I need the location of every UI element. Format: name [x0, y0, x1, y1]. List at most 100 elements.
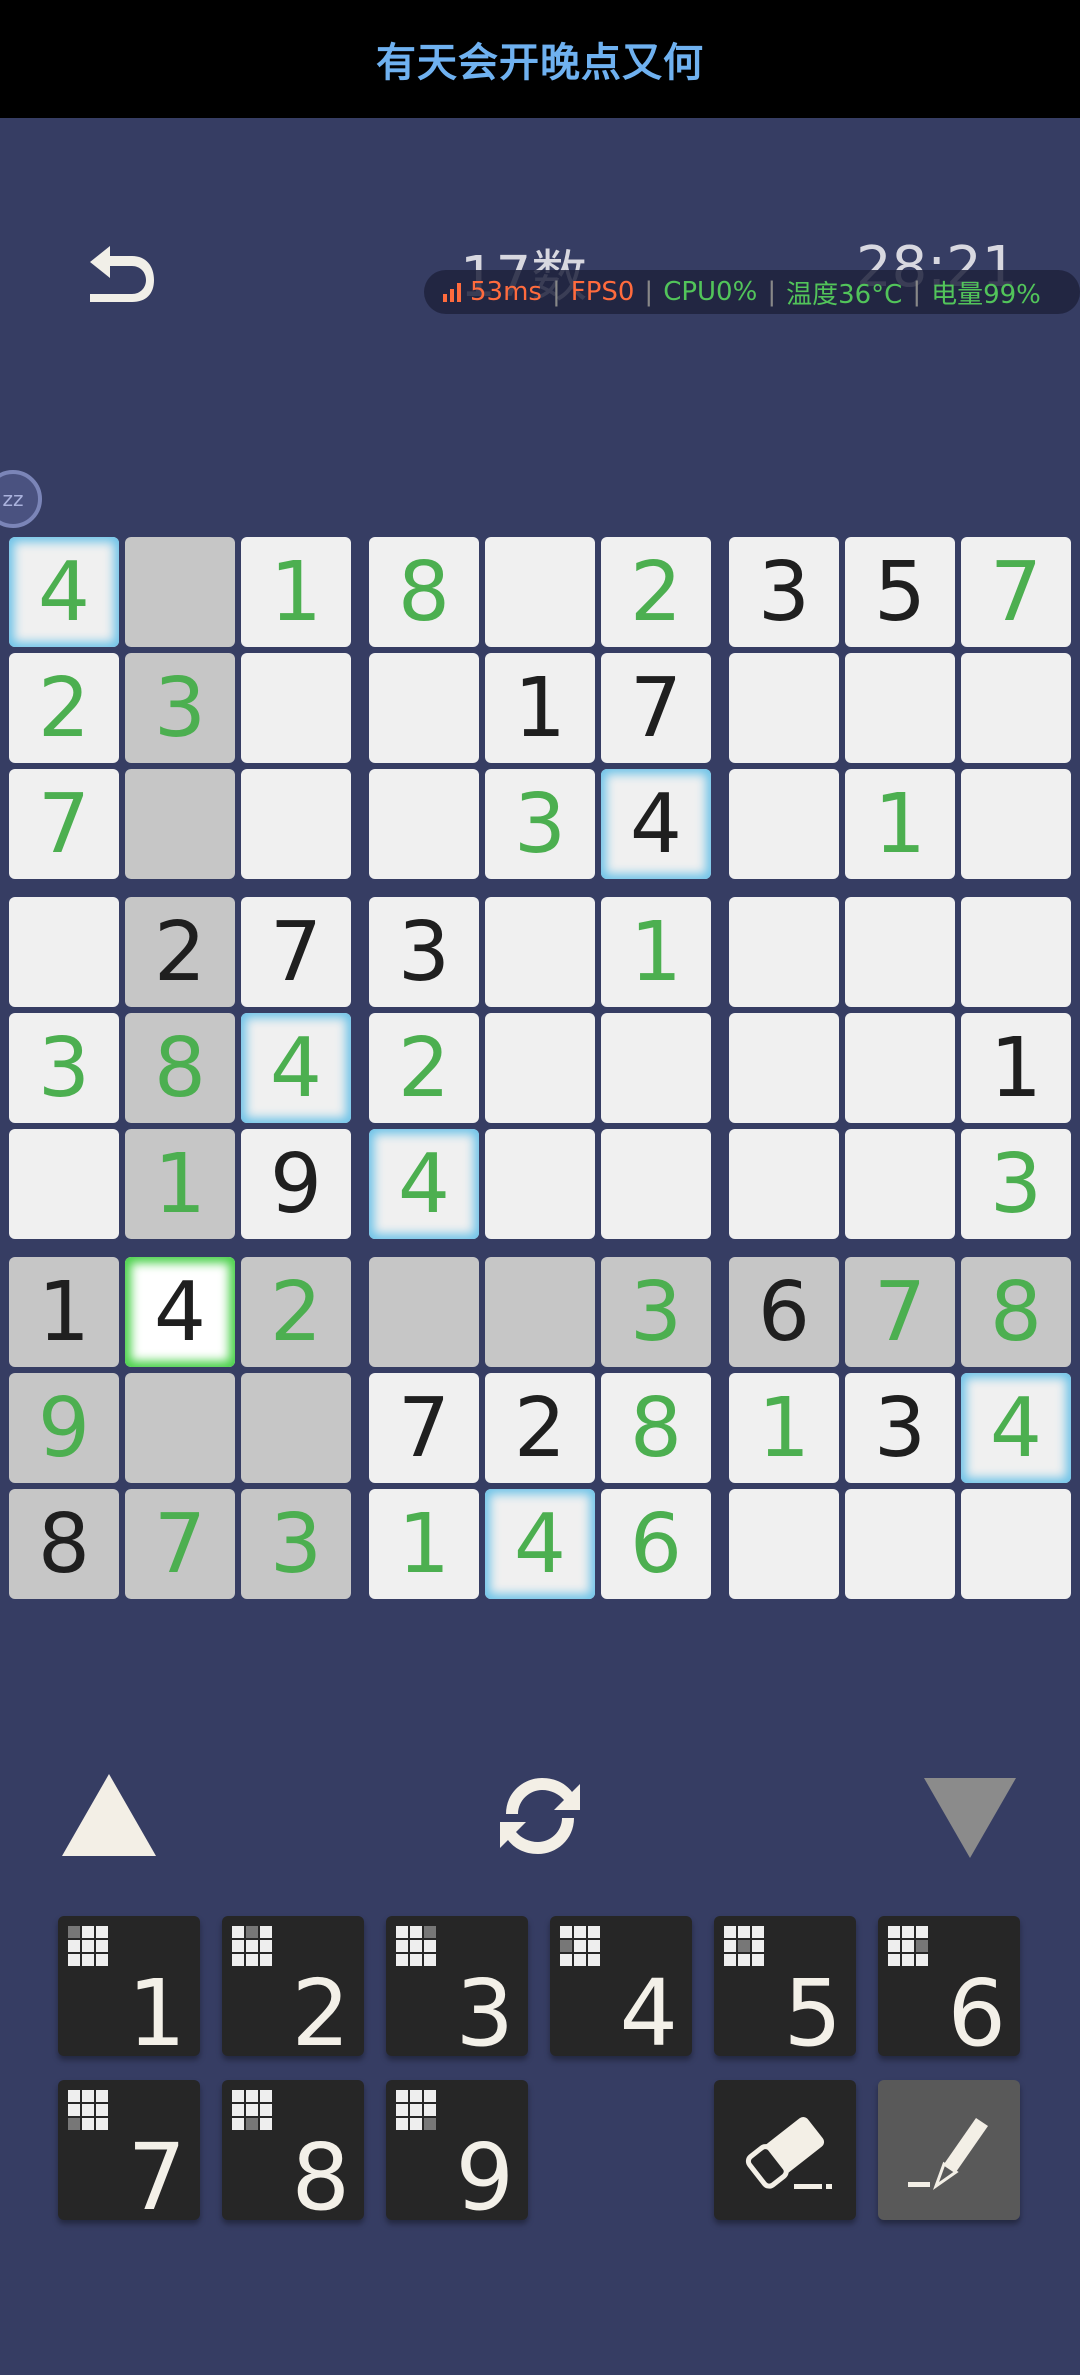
cell-r4-c3[interactable]: 7 [241, 897, 351, 1007]
number-key-1[interactable]: 1 [58, 1916, 200, 2060]
number-key-6[interactable]: 6 [878, 1916, 1020, 2060]
cell-r1-c1[interactable]: 4 [9, 537, 119, 647]
eraser-button[interactable] [714, 2080, 856, 2220]
cell-r2-c2[interactable]: 3 [125, 653, 235, 763]
cell-r8-c3[interactable] [241, 1373, 351, 1483]
cell-r6-c5[interactable] [485, 1129, 595, 1239]
cell-r6-c4[interactable]: 4 [369, 1129, 479, 1239]
cell-r5-c5[interactable] [485, 1013, 595, 1123]
candidate-grid-icon [560, 1926, 600, 1966]
cell-r3-c5[interactable]: 3 [485, 769, 595, 879]
cell-r6-c9[interactable]: 3 [961, 1129, 1071, 1239]
number-key-3[interactable]: 3 [386, 1916, 528, 2060]
cell-r1-c8[interactable]: 5 [845, 537, 955, 647]
cell-r6-c8[interactable] [845, 1129, 955, 1239]
cell-r9-c2[interactable]: 7 [125, 1489, 235, 1599]
cell-r1-c3[interactable]: 1 [241, 537, 351, 647]
cell-r4-c8[interactable] [845, 897, 955, 1007]
cell-r7-c2[interactable]: 4 [125, 1257, 235, 1367]
cell-r2-c1[interactable]: 2 [9, 653, 119, 763]
number-key-9[interactable]: 9 [386, 2080, 528, 2224]
cell-r5-c9[interactable]: 1 [961, 1013, 1071, 1123]
cell-r1-c5[interactable] [485, 537, 595, 647]
cell-r3-c7[interactable] [729, 769, 839, 879]
cell-r5-c1[interactable]: 3 [9, 1013, 119, 1123]
cell-r3-c4[interactable] [369, 769, 479, 879]
cell-r9-c4[interactable]: 1 [369, 1489, 479, 1599]
cell-r1-c2[interactable] [125, 537, 235, 647]
cell-r7-c9[interactable]: 8 [961, 1257, 1071, 1367]
cell-r4-c5[interactable] [485, 897, 595, 1007]
cell-r3-c1[interactable]: 7 [9, 769, 119, 879]
cell-r5-c4[interactable]: 2 [369, 1013, 479, 1123]
cell-r6-c1[interactable] [9, 1129, 119, 1239]
pencil-button[interactable] [878, 2080, 1020, 2220]
cell-r8-c6[interactable]: 8 [601, 1373, 711, 1483]
cell-r8-c2[interactable] [125, 1373, 235, 1483]
cell-r6-c6[interactable] [601, 1129, 711, 1239]
cell-r5-c7[interactable] [729, 1013, 839, 1123]
cell-r1-c6[interactable]: 2 [601, 537, 711, 647]
number-key-label: 5 [783, 1960, 842, 2067]
cell-r9-c1[interactable]: 8 [9, 1489, 119, 1599]
cell-r6-c3[interactable]: 9 [241, 1129, 351, 1239]
cell-r2-c8[interactable] [845, 653, 955, 763]
undo-button[interactable] [76, 240, 166, 320]
number-key-label: 4 [619, 1960, 678, 2067]
down-button[interactable] [922, 1776, 1018, 1860]
number-key-7[interactable]: 7 [58, 2080, 200, 2224]
cell-r7-c7[interactable]: 6 [729, 1257, 839, 1367]
number-key-2[interactable]: 2 [222, 1916, 364, 2060]
cell-r3-c8[interactable]: 1 [845, 769, 955, 879]
cell-r2-c9[interactable] [961, 653, 1071, 763]
cell-r1-c9[interactable]: 7 [961, 537, 1071, 647]
cell-r4-c4[interactable]: 3 [369, 897, 479, 1007]
refresh-button[interactable] [488, 1770, 592, 1862]
cell-r3-c9[interactable] [961, 769, 1071, 879]
floating-assistant-bubble[interactable]: zz [0, 470, 42, 528]
cell-r2-c6[interactable]: 7 [601, 653, 711, 763]
cell-r8-c7[interactable]: 1 [729, 1373, 839, 1483]
cell-r3-c3[interactable] [241, 769, 351, 879]
cell-r9-c8[interactable] [845, 1489, 955, 1599]
cell-r4-c1[interactable] [9, 897, 119, 1007]
cell-r7-c8[interactable]: 7 [845, 1257, 955, 1367]
cell-r7-c6[interactable]: 3 [601, 1257, 711, 1367]
cell-r6-c7[interactable] [729, 1129, 839, 1239]
cell-r7-c4[interactable] [369, 1257, 479, 1367]
cell-r5-c2[interactable]: 8 [125, 1013, 235, 1123]
cell-r2-c3[interactable] [241, 653, 351, 763]
number-key-4[interactable]: 4 [550, 1916, 692, 2060]
cell-r8-c9[interactable]: 4 [961, 1373, 1071, 1483]
cell-r8-c8[interactable]: 3 [845, 1373, 955, 1483]
cell-r2-c5[interactable]: 1 [485, 653, 595, 763]
cell-r7-c3[interactable]: 2 [241, 1257, 351, 1367]
cell-r7-c5[interactable] [485, 1257, 595, 1367]
cell-r9-c6[interactable]: 6 [601, 1489, 711, 1599]
cell-r3-c2[interactable] [125, 769, 235, 879]
cell-r2-c7[interactable] [729, 653, 839, 763]
cell-r3-c6[interactable]: 4 [601, 769, 711, 879]
cell-r5-c3[interactable]: 4 [241, 1013, 351, 1123]
cell-r8-c1[interactable]: 9 [9, 1373, 119, 1483]
cell-r9-c7[interactable] [729, 1489, 839, 1599]
cell-r1-c7[interactable]: 3 [729, 537, 839, 647]
cell-r1-c4[interactable]: 8 [369, 537, 479, 647]
number-key-5[interactable]: 5 [714, 1916, 856, 2060]
cell-r8-c5[interactable]: 2 [485, 1373, 595, 1483]
cell-r4-c6[interactable]: 1 [601, 897, 711, 1007]
cell-r9-c3[interactable]: 3 [241, 1489, 351, 1599]
cell-r8-c4[interactable]: 7 [369, 1373, 479, 1483]
up-button[interactable] [60, 1772, 158, 1858]
cell-r2-c4[interactable] [369, 653, 479, 763]
cell-r9-c5[interactable]: 4 [485, 1489, 595, 1599]
cell-r5-c6[interactable] [601, 1013, 711, 1123]
cell-r5-c8[interactable] [845, 1013, 955, 1123]
cell-r7-c1[interactable]: 1 [9, 1257, 119, 1367]
cell-r9-c9[interactable] [961, 1489, 1071, 1599]
cell-r4-c7[interactable] [729, 897, 839, 1007]
cell-r4-c2[interactable]: 2 [125, 897, 235, 1007]
cell-r6-c2[interactable]: 1 [125, 1129, 235, 1239]
cell-r4-c9[interactable] [961, 897, 1071, 1007]
number-key-8[interactable]: 8 [222, 2080, 364, 2224]
